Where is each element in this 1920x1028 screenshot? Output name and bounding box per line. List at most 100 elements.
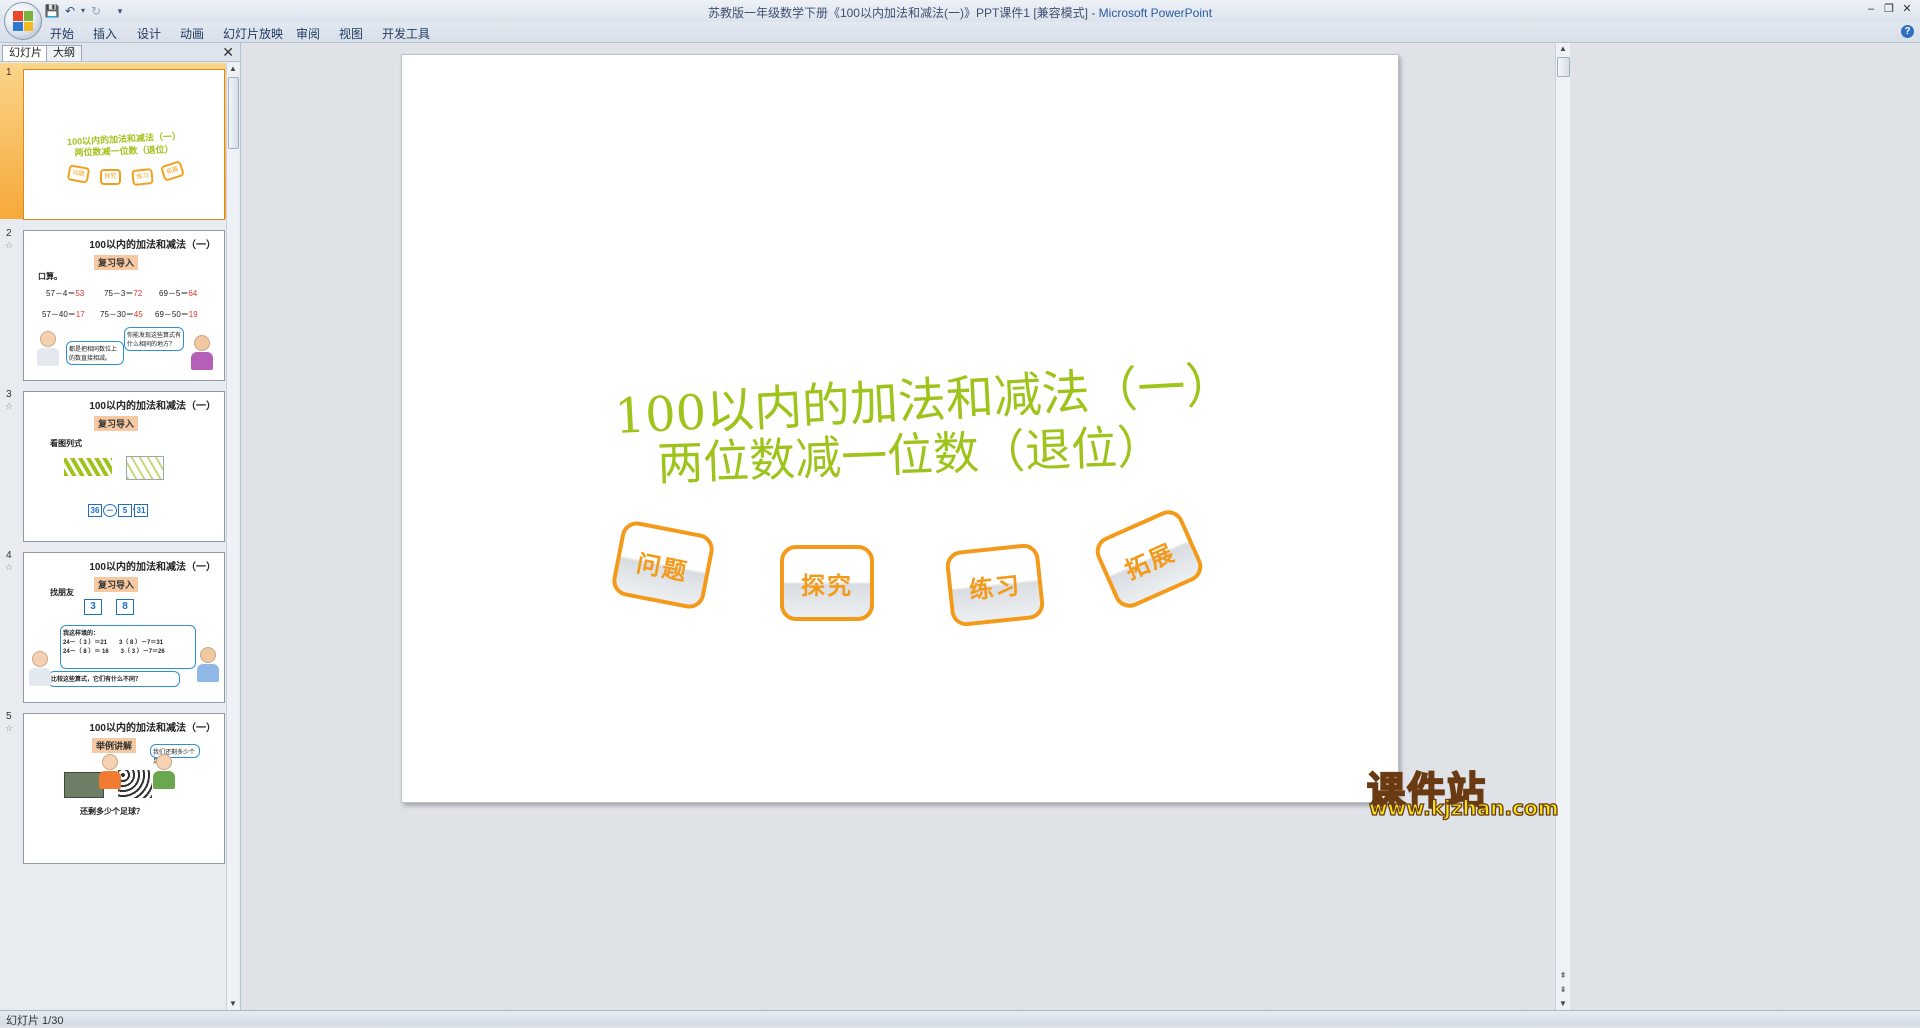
thumb-button: 问题 — [66, 164, 91, 184]
title-bar: 💾 ↶ ▾ ↻ ▾ 苏教版一年级数学下册《100以内加法和减法(一)》PPT课件… — [0, 0, 1920, 40]
man-figure-icon — [152, 754, 176, 789]
thumb-speech-bubble: 我这样填的： 24－（ 3 ）＝21 3（ 8 ）－7＝31 24－（ 8 ）＝… — [60, 625, 196, 669]
thumb-question: 69－50＝ — [155, 310, 189, 319]
slide-counter: 幻灯片 1/30 — [6, 1015, 64, 1027]
slide-thumbnail-5[interactable]: 5 ☆ 100以内的加法和减法（一） 举例讲解 我们还剩多少个足球？ 还剩多少个… — [0, 707, 226, 864]
tab-design[interactable]: 设计 — [137, 25, 161, 42]
button-label: 探究 — [801, 570, 853, 600]
slide-editor: 100以内的加法和减法（一） 两位数减一位数（退位） 问题 探究 练习 拓展 — [241, 43, 1554, 1010]
tab-insert[interactable]: 插入 — [93, 25, 117, 42]
slide-number: 4 — [6, 550, 12, 561]
practice-button[interactable]: 练习 — [944, 542, 1046, 628]
thumb-badge: 复习导入 — [94, 416, 139, 431]
scroll-down-icon[interactable]: ▼ — [1556, 998, 1570, 1010]
minimize-icon[interactable]: – — [1862, 2, 1880, 16]
thumb-answer: 17 — [75, 310, 85, 319]
tab-outline[interactable]: 大纲 — [46, 45, 82, 61]
boy-figure-icon — [98, 754, 122, 789]
thumb-answer: 64 — [188, 289, 198, 298]
footballs-icon — [118, 770, 152, 798]
button-label: 问题 — [634, 547, 691, 587]
tab-developer[interactable]: 开发工具 — [382, 25, 430, 42]
scroll-down-icon[interactable]: ▼ — [227, 998, 239, 1010]
thumb-header: 100以内的加法和减法（一） — [89, 401, 216, 412]
button-label: 拓展 — [1120, 537, 1180, 585]
tab-slides[interactable]: 幻灯片 — [2, 45, 49, 61]
ribbon-tabs: 开始 插入 设计 动画 幻灯片放映 审阅 视图 开发工具 ? — [0, 22, 1920, 43]
thumb-header: 100以内的加法和减法（一） — [89, 562, 216, 573]
thumb-header: 100以内的加法和减法（一） — [89, 723, 216, 734]
thumb-speech-bubble: 比较这些算式，它们有什么不同？ — [48, 671, 180, 687]
office-logo-icon — [13, 11, 33, 31]
scroll-thumb[interactable] — [228, 77, 239, 149]
scroll-up-icon[interactable]: ▲ — [227, 63, 239, 75]
status-bar: 幻灯片 1/30 — [0, 1010, 1920, 1027]
window-title: 苏教版一年级数学下册《100以内加法和减法(一)》PPT课件1 [兼容模式] -… — [0, 4, 1920, 21]
animation-star-icon: ☆ — [5, 240, 14, 250]
app-name: Microsoft PowerPoint — [1098, 6, 1213, 20]
explore-button[interactable]: 探究 — [780, 545, 874, 621]
slide-number: 5 — [6, 711, 12, 722]
slide-thumbnail-3[interactable]: 3 ☆ 100以内的加法和减法（一） 复习导入 看图列式 36 － 5 ＝ 31 — [0, 385, 226, 542]
thumb-button: 探究 — [100, 169, 121, 185]
bubble-line: 24－（ 8 ）＝ 16 3（ 3 ）－7＝26 — [63, 649, 165, 655]
office-button[interactable] — [4, 2, 42, 40]
number-card: 3 — [84, 599, 102, 615]
animation-star-icon: ☆ — [5, 401, 14, 411]
thumb-label: 找朋友 — [50, 588, 74, 597]
slide-number: 1 — [6, 67, 12, 78]
thumbnail-scrollbar[interactable]: ▲ ▼ — [226, 63, 239, 1010]
teacher-figure-icon — [28, 651, 52, 686]
scroll-up-icon[interactable]: ▲ — [1556, 43, 1570, 55]
extend-button[interactable]: 拓展 — [1090, 505, 1208, 613]
teacher-figure-icon — [36, 331, 60, 366]
slide-preview: 100以内的加法和减法（一） 两位数减一位数（退位） 问题 探究 练习 拓展 — [23, 69, 225, 220]
pane-tabs: 幻灯片 大纲 ✕ — [0, 43, 240, 62]
slide-preview: 100以内的加法和减法（一） 复习导入 看图列式 36 － 5 ＝ 31 — [23, 391, 225, 542]
current-slide[interactable]: 100以内的加法和减法（一） 两位数减一位数（退位） 问题 探究 练习 拓展 — [401, 54, 1399, 803]
tab-slideshow[interactable]: 幻灯片放映 — [223, 25, 283, 42]
thumb-answer: 53 — [75, 289, 85, 298]
slide-thumbnail-4[interactable]: 4 ☆ 100以内的加法和减法（一） 复习导入 找朋友 3 8 我这样填的： 2… — [0, 546, 226, 703]
tab-animations[interactable]: 动画 — [180, 25, 204, 42]
slide-thumbnail-list[interactable]: 1 100以内的加法和减法（一） 两位数减一位数（退位） 问题 探究 练习 拓展… — [0, 63, 226, 1010]
site-watermark: 课件站 www.kjzhan.com — [1366, 760, 1559, 821]
button-label: 练习 — [967, 569, 1023, 605]
tab-review[interactable]: 审阅 — [296, 25, 320, 42]
thumb-label: 还剩多少个足球？ — [80, 807, 144, 816]
eq-box: 36 — [88, 504, 102, 517]
close-icon[interactable]: ✕ — [1898, 2, 1916, 16]
scroll-thumb[interactable] — [1557, 57, 1570, 77]
children-figure-icon — [196, 647, 220, 682]
close-pane-icon[interactable]: ✕ — [222, 44, 234, 61]
question-button[interactable]: 问题 — [609, 518, 717, 612]
restore-icon[interactable]: ❐ — [1880, 2, 1898, 16]
thumb-question: 75－30＝ — [100, 310, 134, 319]
slide-thumbnail-1[interactable]: 1 100以内的加法和减法（一） 两位数减一位数（退位） 问题 探究 练习 拓展 — [0, 63, 226, 220]
eq-op: － — [103, 504, 117, 517]
next-slide-icon[interactable]: ⇟ — [1556, 984, 1570, 996]
thumb-question: 57－4＝ — [46, 289, 76, 298]
bubble-title: 我这样填的： — [63, 631, 100, 637]
slide-thumbnail-2[interactable]: 2 ☆ 100以内的加法和减法（一） 复习导入 口算。 57－4＝53 75－3… — [0, 224, 226, 381]
editor-scrollbar[interactable]: ▲ ⇞ ⇟ ▼ — [1555, 43, 1570, 1010]
thumb-label: 口算。 — [38, 272, 62, 281]
thumb-answer: 72 — [133, 289, 143, 298]
number-card: 8 — [116, 599, 134, 615]
tab-view[interactable]: 视图 — [339, 25, 363, 42]
help-icon[interactable]: ? — [1901, 25, 1914, 38]
thumb-label: 看图列式 — [50, 439, 82, 448]
animation-star-icon: ☆ — [5, 723, 14, 733]
thumb-badge: 举例讲解 — [92, 738, 137, 753]
slides-pane: 幻灯片 大纲 ✕ 1 100以内的加法和减法（一） 两位数减一位数（退位） 问题… — [0, 43, 241, 1010]
stick-bundles-icon — [64, 458, 112, 476]
thumb-button: 拓展 — [160, 160, 185, 182]
previous-slide-icon[interactable]: ⇞ — [1556, 970, 1570, 982]
slide-preview: 100以内的加法和减法（一） 复习导入 口算。 57－4＝53 75－3＝72 … — [23, 230, 225, 381]
document-title: 苏教版一年级数学下册《100以内加法和减法(一)》PPT课件1 [兼容模式] - — [707, 6, 1099, 20]
thumb-speech-bubble: 都是把相同数位上的数直接相减。 — [66, 341, 124, 365]
thumb-badge: 复习导入 — [94, 255, 139, 270]
slide-preview: 100以内的加法和减法（一） 举例讲解 我们还剩多少个足球？ 还剩多少个足球？ — [23, 713, 225, 864]
watermark-url: www.kjzhan.com — [1368, 795, 1559, 820]
tab-home[interactable]: 开始 — [50, 25, 74, 42]
